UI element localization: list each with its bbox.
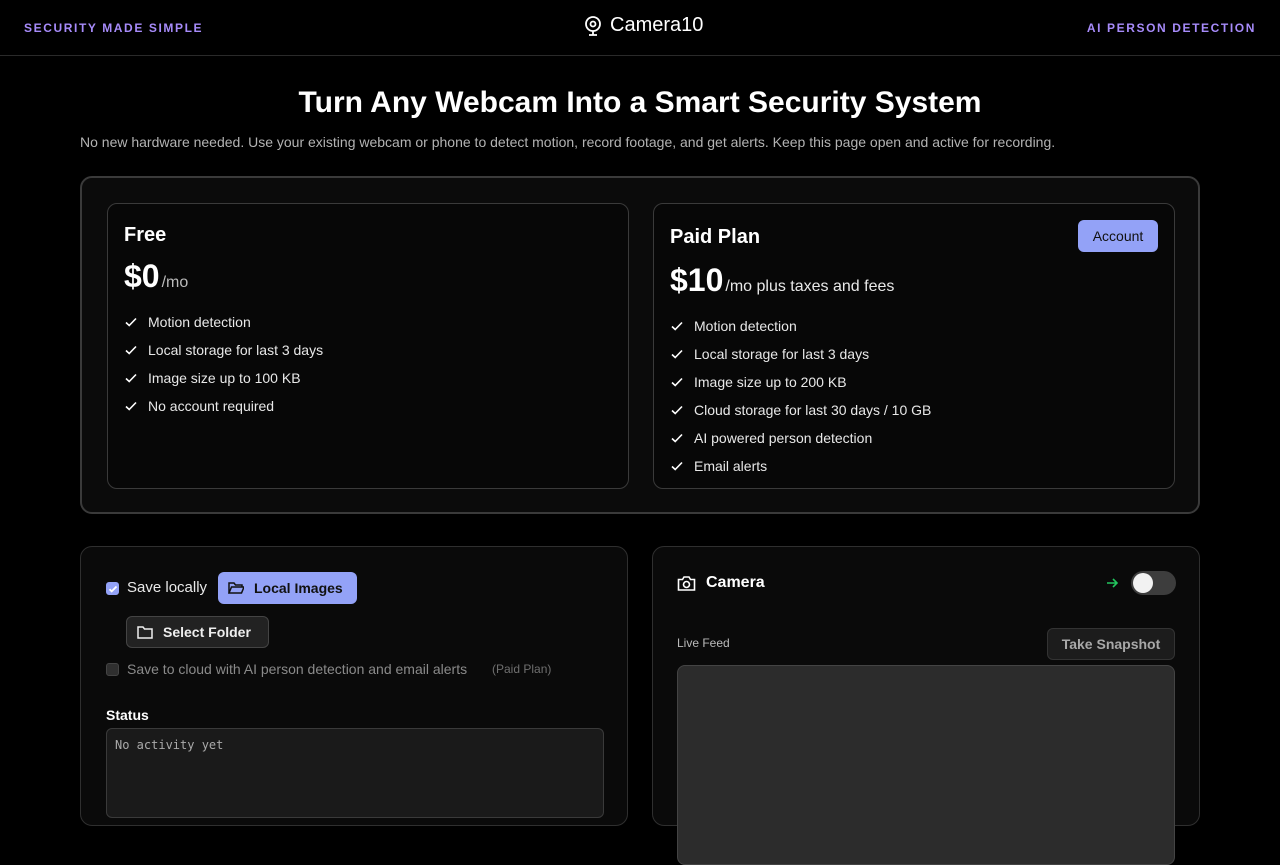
price-amount: $0 <box>124 258 160 294</box>
feature-text: Motion detection <box>694 318 797 334</box>
check-icon <box>671 433 683 443</box>
feature-item: Image size up to 100 KB <box>124 364 323 392</box>
storage-panel: Save locally Local Images Select Folder … <box>80 546 628 826</box>
feature-text: Motion detection <box>148 314 251 330</box>
camera-icon <box>677 575 696 591</box>
plan-price: $0 /mo <box>124 258 188 295</box>
feature-text: Image size up to 200 KB <box>694 374 847 390</box>
top-bar: SECURITY MADE SIMPLE Camera10 AI PERSON … <box>0 0 1280 56</box>
check-icon <box>671 349 683 359</box>
arrow-right-icon <box>1107 578 1119 588</box>
feature-list: Motion detection Local storage for last … <box>124 308 323 420</box>
camera-title: Camera <box>706 574 765 591</box>
feature-text: Cloud storage for last 30 days / 10 GB <box>694 402 932 418</box>
brand-name: Camera10 <box>610 14 704 36</box>
save-cloud-label: Save to cloud with AI person detection a… <box>127 661 468 677</box>
paid-plan-note: (Paid Plan) <box>492 662 552 676</box>
check-icon <box>125 317 137 327</box>
check-icon <box>125 401 137 411</box>
tagline-left: SECURITY MADE SIMPLE <box>24 21 204 35</box>
account-button[interactable]: Account <box>1078 220 1158 252</box>
save-locally-label: Save locally <box>127 579 208 596</box>
plan-name: Free <box>124 224 167 246</box>
check-icon <box>671 321 683 331</box>
feature-text: Local storage for last 3 days <box>694 346 870 362</box>
brand[interactable]: Camera10 <box>584 14 703 37</box>
status-log: No activity yet <box>106 728 604 818</box>
feature-item: Cloud storage for last 30 days / 10 GB <box>670 396 931 424</box>
price-period: /mo plus taxes and fees <box>725 278 895 295</box>
camera-panel: Camera Live Feed Take Snapshot <box>652 546 1200 865</box>
page-subtitle: No new hardware needed. Use your existin… <box>80 134 1056 150</box>
camera-toggle[interactable] <box>1131 571 1176 595</box>
feature-text: AI powered person detection <box>694 430 873 446</box>
check-icon <box>125 373 137 383</box>
plan-name: Paid Plan <box>670 226 761 248</box>
save-locally-checkbox[interactable] <box>106 582 119 595</box>
check-icon <box>125 345 137 355</box>
price-period: /mo <box>161 274 189 291</box>
feature-item: No account required <box>124 392 323 420</box>
feature-text: No account required <box>148 398 275 414</box>
check-icon <box>671 377 683 387</box>
take-snapshot-button[interactable]: Take Snapshot <box>1047 628 1175 660</box>
feature-item: Motion detection <box>670 312 931 340</box>
camera-header: Camera <box>677 574 765 592</box>
select-folder-button[interactable]: Select Folder <box>126 616 269 648</box>
webcam-icon <box>585 15 601 36</box>
live-feed-video <box>677 665 1175 865</box>
plan-price: $10 /mo plus taxes and fees <box>670 262 894 299</box>
feature-item: Motion detection <box>124 308 323 336</box>
feature-item: Image size up to 200 KB <box>670 368 931 396</box>
feature-item: AI powered person detection <box>670 424 931 452</box>
feature-text: Image size up to 100 KB <box>148 370 301 386</box>
feature-item: Email alerts <box>670 452 931 480</box>
price-amount: $10 <box>670 262 724 298</box>
select-folder-label: Select Folder <box>163 624 251 640</box>
feature-text: Email alerts <box>694 458 768 474</box>
check-icon <box>671 461 683 471</box>
toggle-knob <box>1133 573 1153 593</box>
feature-item: Local storage for last 3 days <box>124 336 323 364</box>
page-title: Turn Any Webcam Into a Smart Security Sy… <box>298 86 982 119</box>
status-title: Status <box>106 707 149 723</box>
folder-open-icon <box>228 582 244 594</box>
local-images-button[interactable]: Local Images <box>218 572 357 604</box>
feature-list: Motion detection Local storage for last … <box>670 312 931 480</box>
local-images-label: Local Images <box>254 580 343 596</box>
checkmark-icon <box>108 585 118 593</box>
folder-icon <box>137 626 153 639</box>
feature-item: Local storage for last 3 days <box>670 340 931 368</box>
feature-text: Local storage for last 3 days <box>148 342 324 358</box>
save-cloud-checkbox[interactable] <box>106 663 119 676</box>
plan-card-paid: Paid Plan Account $10 /mo plus taxes and… <box>653 203 1175 489</box>
tagline-right: AI PERSON DETECTION <box>1086 21 1256 35</box>
plan-card-free: Free $0 /mo Motion detection Local stora… <box>107 203 629 489</box>
pricing-section: Free $0 /mo Motion detection Local stora… <box>80 176 1200 514</box>
live-feed-label: Live Feed <box>677 636 730 650</box>
check-icon <box>671 405 683 415</box>
